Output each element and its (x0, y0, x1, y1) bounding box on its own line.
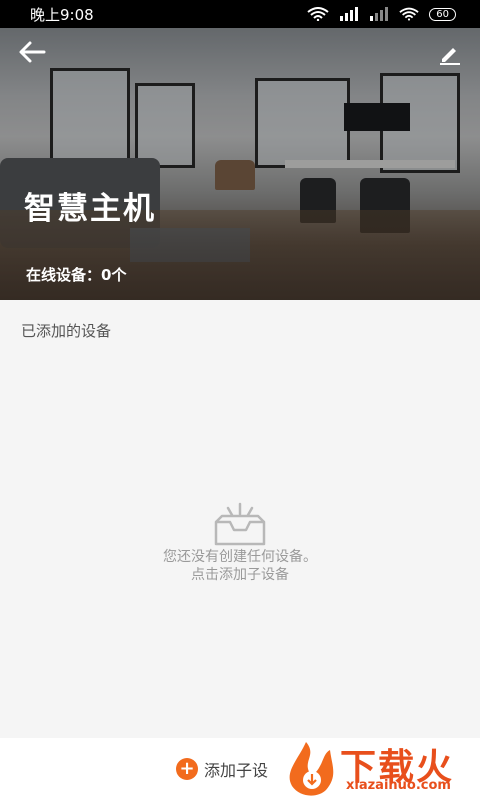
section-label: 已添加的设备 (21, 322, 112, 340)
status-icons: 60 (307, 7, 456, 21)
wifi-icon (399, 7, 419, 21)
signal-icon (340, 7, 359, 21)
hero-banner (0, 28, 480, 300)
empty-state-line2: 点击添加子设备 (191, 567, 289, 583)
battery-indicator: 60 (429, 7, 456, 21)
online-device-count: 在线设备：0个 (26, 266, 127, 284)
add-subdevice-label: 添加子设 (204, 761, 269, 780)
status-bar: 晚上9:08 60 (0, 0, 480, 28)
wifi-icon (307, 7, 329, 21)
inbox-tray-icon (214, 502, 266, 546)
back-arrow-icon[interactable] (16, 38, 48, 66)
signal-weak-icon (370, 7, 389, 21)
empty-state-line1: 您还没有创建任何设备。 (163, 549, 317, 565)
pencil-icon[interactable] (438, 42, 462, 66)
page-title: 智慧主机 (24, 191, 156, 227)
plus-circle-icon: + (176, 758, 198, 780)
watermark-url: xiazaihuo.com (346, 778, 451, 793)
add-subdevice-button[interactable]: + 添加子设 (176, 757, 268, 781)
hero-overlay (0, 28, 480, 300)
status-time: 晚上9:08 (30, 5, 94, 24)
empty-state-message: 您还没有创建任何设备。 点击添加子设备 (0, 548, 480, 584)
